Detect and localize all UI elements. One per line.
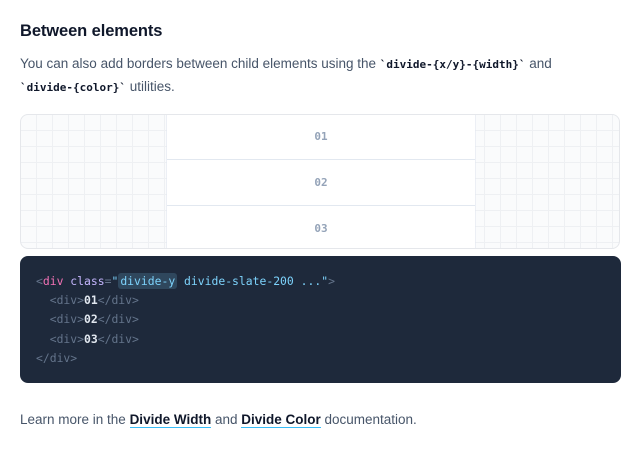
code-punct: > (328, 274, 335, 288)
code-line: </div> (36, 349, 605, 368)
stack-item: 01 (314, 130, 328, 143)
divide-color-link[interactable]: Divide Color (241, 412, 321, 428)
intro-text: You can also add borders between child e… (20, 56, 380, 71)
example-preview: 01 02 03 (20, 114, 620, 249)
stack-item: 03 (167, 205, 475, 248)
section-intro: You can also add borders between child e… (20, 53, 620, 99)
code-attr: class (70, 274, 105, 288)
stack-item: 02 (167, 159, 475, 205)
divide-width-link[interactable]: Divide Width (129, 412, 212, 428)
code-text: 03 (84, 331, 98, 346)
footer-text: Learn more in the (20, 412, 130, 427)
code-tag: <div> (49, 331, 85, 346)
divided-stack: 01 02 03 (167, 115, 475, 248)
code-tag: </div> (36, 350, 78, 365)
code-tag: <div> (49, 293, 85, 308)
intro-text: utilities. (125, 79, 175, 94)
code-tag: </div> (97, 331, 139, 346)
code-line: <div class=" divide-y divide-slate-200 ..… (36, 272, 605, 291)
code-text: 01 (84, 293, 98, 308)
inline-code-divide-color: `divide-{color}` (20, 81, 126, 94)
footer-text: documentation. (320, 412, 417, 427)
code-tag: div (42, 274, 64, 288)
code-line: <div>03</div> (36, 330, 605, 349)
code-tag: </div> (97, 312, 139, 327)
code-line: <div>01</div> (36, 291, 605, 310)
inline-code-divide-width: `divide-{x/y}-{width}` (379, 58, 526, 71)
code-punct: < (36, 274, 43, 288)
footer-note: Learn more in the Divide Width and Divid… (20, 410, 417, 430)
section-heading: Between elements (20, 22, 163, 40)
code-tag: <div> (49, 312, 85, 327)
code-block[interactable]: <div class=" divide-y divide-slate-200 ..… (20, 256, 621, 383)
code-string: divide-slate-200 ... (177, 274, 322, 288)
code-text: 02 (84, 312, 98, 327)
footer-text: and (211, 412, 242, 427)
code-highlight: divide-y (118, 273, 178, 289)
code-tag: </div> (97, 293, 139, 308)
code-line: <div>02</div> (36, 310, 605, 329)
intro-text: and (525, 56, 552, 71)
